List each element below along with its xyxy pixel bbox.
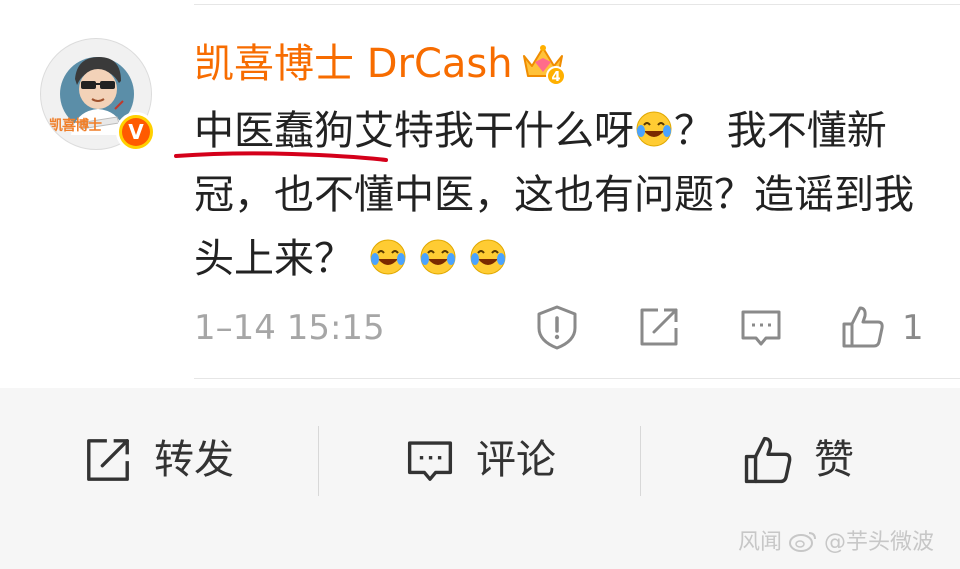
reply-button[interactable]: 评论 bbox=[404, 432, 574, 488]
comment-icon[interactable] bbox=[738, 304, 784, 350]
meta-row: 1–14 15:15 1 bbox=[194, 302, 960, 354]
forward-icon bbox=[87, 439, 129, 481]
share-icon[interactable] bbox=[636, 304, 682, 350]
comment-text: 中医蠢狗艾特我干什么呀？ 我不懂新冠，也不懂中医，这也有问题？造谣到我头上来？ bbox=[194, 99, 934, 291]
thumbs-up-icon bbox=[744, 436, 792, 484]
like-button[interactable]: 赞 bbox=[742, 432, 872, 488]
like-icon[interactable] bbox=[840, 304, 886, 350]
watermark: 风闻 @芋头微波 bbox=[738, 528, 934, 558]
weibo-logo-icon bbox=[789, 532, 817, 552]
bottom-action-bar: 转发 评论 赞 风闻 @芋头微波 bbox=[0, 388, 960, 569]
username[interactable]: 凯喜博士 DrCash bbox=[194, 38, 513, 90]
top-divider bbox=[194, 4, 960, 5]
section-divider bbox=[194, 378, 960, 379]
action-separator bbox=[318, 426, 319, 496]
reply-icon bbox=[407, 441, 453, 481]
action-separator bbox=[640, 426, 641, 496]
reply-label: 评论 bbox=[476, 437, 556, 483]
watermark-faded-text: 风闻 bbox=[738, 530, 783, 555]
red-underline-annotation bbox=[174, 151, 388, 162]
crown-level-text: 4 bbox=[551, 70, 560, 85]
avatar-label: 凯喜博士 bbox=[49, 118, 102, 134]
like-label: 赞 bbox=[814, 437, 854, 483]
watermark-text: @芋头微波 bbox=[824, 530, 935, 555]
laugh-cry-emoji-icon bbox=[368, 237, 408, 277]
report-icon[interactable] bbox=[534, 304, 580, 350]
laugh-cry-emoji-icon bbox=[634, 109, 674, 149]
forward-label: 转发 bbox=[154, 437, 234, 483]
forward-button[interactable]: 转发 bbox=[82, 432, 252, 488]
laugh-cry-emoji-icon bbox=[468, 237, 508, 277]
laugh-cry-emoji-icon bbox=[418, 237, 458, 277]
verified-v-icon: V bbox=[122, 118, 150, 146]
verified-badge: V bbox=[116, 112, 156, 152]
crown-icon: 4 bbox=[523, 45, 566, 86]
like-count: 1 bbox=[902, 308, 924, 348]
timestamp: 1–14 15:15 bbox=[194, 308, 385, 348]
